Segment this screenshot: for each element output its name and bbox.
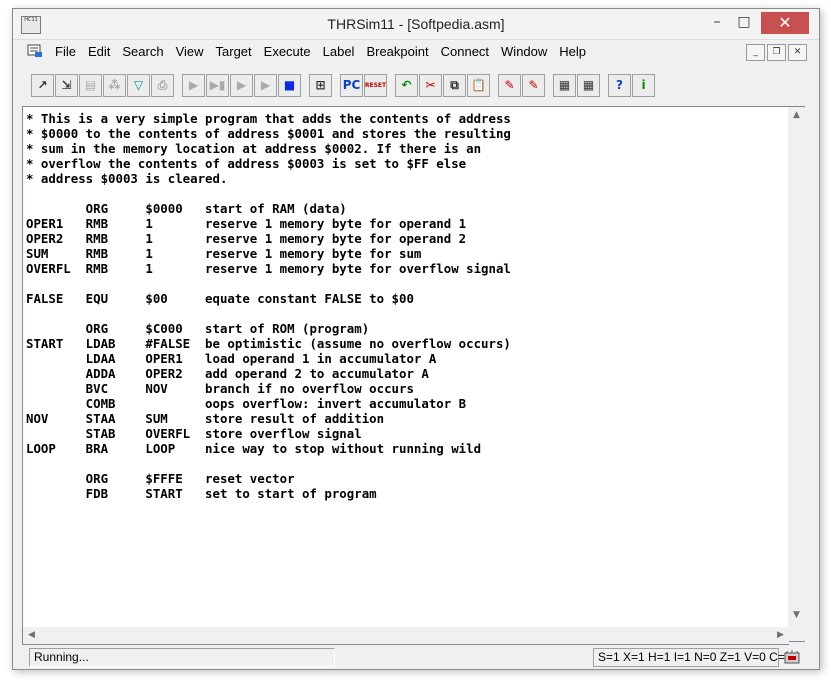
menu-target[interactable]: Target: [210, 40, 258, 64]
code-line: OPER1 RMB 1 reserve 1 memory byte for op…: [26, 216, 467, 231]
toolbar: ↗ ⇲ ▤ ⁂ ▽ ⎙ ▶ ▶▮ ▶ ▶ ■ ⊞ PC RESET ↶ ✂ ⧉ 📋 ✎ ✎ ▦ ▦? i: [31, 71, 656, 99]
menu-file[interactable]: File: [49, 40, 82, 64]
code-line: FDB START set to start of program: [26, 486, 377, 501]
step-icon[interactable]: ▶: [230, 73, 253, 97]
scroll-left-icon[interactable]: ◀: [23, 627, 40, 644]
run-icon[interactable]: ▶: [182, 73, 205, 97]
mdi-controls: _ ❐ ✕: [746, 44, 807, 61]
open-file-icon[interactable]: ↗: [31, 73, 54, 97]
main-window: HC11 THRSim11 - [Softpedia.asm] – □ ✕ Fi…: [12, 8, 820, 670]
code-line: OPER2 RMB 1 reserve 1 memory byte for op…: [26, 231, 467, 246]
copy-icon[interactable]: ⧉: [443, 73, 466, 97]
maximize-button[interactable]: □: [731, 12, 757, 34]
load-icon[interactable]: ⇲: [55, 73, 78, 97]
run-until-icon[interactable]: ▶: [254, 73, 277, 97]
help-icon[interactable]: ?: [608, 73, 631, 97]
vertical-scrollbar[interactable]: ▲ ▼: [788, 106, 805, 642]
menu-view[interactable]: View: [170, 40, 210, 64]
binary-icon[interactable]: ⁂: [103, 73, 126, 97]
code-line: NOV STAA SUM store result of addition: [26, 411, 385, 426]
mdi-restore-button[interactable]: ❐: [767, 44, 786, 61]
code-editor[interactable]: * This is a very simple program that add…: [22, 106, 800, 642]
code-line: FALSE EQU $00 equate constant FALSE to $…: [26, 291, 414, 306]
target-board-icon[interactable]: [783, 649, 801, 665]
code-line: * This is a very simple program that add…: [26, 111, 511, 126]
window-title: THRSim11 - [Softpedia.asm]: [327, 16, 505, 32]
paste-icon[interactable]: 📋: [467, 73, 490, 97]
code-line: ADDA OPER2 add operand 2 to accumulator …: [26, 366, 429, 381]
code-line: ORG $FFFE reset vector: [26, 471, 295, 486]
mdi-minimize-button[interactable]: _: [746, 44, 765, 61]
code-line: * overflow the contents of address $0003…: [26, 156, 467, 171]
mdi-close-button[interactable]: ✕: [788, 44, 807, 61]
close-button[interactable]: ✕: [761, 12, 809, 34]
menu-label[interactable]: Label: [317, 40, 361, 64]
status-text: Running...: [29, 648, 335, 667]
status-bar: Running... S=1 X=1 H=1 I=1 N=0 Z=1 V=0 C…: [13, 645, 819, 669]
code-line: * sum in the memory location at address …: [26, 141, 482, 156]
cpu-flags: S=1 X=1 H=1 I=1 N=0 Z=1 V=0 C=1: [593, 648, 791, 667]
document-icon[interactable]: [27, 44, 43, 58]
info-icon[interactable]: i: [632, 73, 655, 97]
code-line: * address $0003 is cleared.: [26, 171, 228, 186]
minimize-button[interactable]: –: [704, 12, 730, 34]
menu-help[interactable]: Help: [553, 40, 592, 64]
scroll-down-icon[interactable]: ▼: [788, 607, 805, 624]
menu-window[interactable]: Window: [495, 40, 553, 64]
menu-edit[interactable]: Edit: [82, 40, 116, 64]
scroll-up-icon[interactable]: ▲: [788, 107, 805, 124]
registers-icon[interactable]: ⊞: [309, 73, 332, 97]
code-line: START LDAB #FALSE be optimistic (assume …: [26, 336, 511, 351]
menu-connect[interactable]: Connect: [435, 40, 495, 64]
memory-window-icon[interactable]: ▦: [553, 73, 576, 97]
source-code[interactable]: * This is a very simple program that add…: [26, 111, 511, 501]
print-icon[interactable]: ⎙: [151, 73, 174, 97]
disassembler-icon[interactable]: ▦: [577, 73, 600, 97]
reset-icon[interactable]: RESET: [364, 73, 387, 97]
code-line: SUM RMB 1 reserve 1 memory byte for sum: [26, 246, 422, 261]
code-line: STAB OVERFL store overflow signal: [26, 426, 362, 441]
menu-execute[interactable]: Execute: [258, 40, 317, 64]
stop-icon[interactable]: ■: [278, 73, 301, 97]
save-icon[interactable]: ▤: [79, 73, 102, 97]
menu-bar: File Edit Search View Target Execute Label Brea…: [13, 40, 819, 64]
code-line: LOOP BRA LOOP nice way to stop without r…: [26, 441, 482, 456]
code-line: BVC NOV branch if no overflow occurs: [26, 381, 414, 396]
code-line: ORG $0000 start of RAM (data): [26, 201, 347, 216]
undo-icon[interactable]: ↶: [395, 73, 418, 97]
title-bar[interactable]: HC11 THRSim11 - [Softpedia.asm] – □ ✕: [13, 9, 819, 40]
menu-breakpoint[interactable]: Breakpoint: [360, 40, 434, 64]
breakpoint-clear-icon[interactable]: ✎: [522, 73, 545, 97]
cut-icon[interactable]: ✂: [419, 73, 442, 97]
breakpoint-set-icon[interactable]: ✎: [498, 73, 521, 97]
scroll-right-icon[interactable]: ▶: [772, 627, 789, 644]
code-line: COMB oops overflow: invert accumulator B: [26, 396, 467, 411]
menu-items: File Edit Search View Target Execute Label Brea…: [49, 40, 592, 64]
code-line: OVERFL RMB 1 reserve 1 memory byte for o…: [26, 261, 511, 276]
code-line: LDAA OPER1 load operand 1 in accumulator…: [26, 351, 437, 366]
filter-icon[interactable]: ▽: [127, 73, 150, 97]
code-line: ORG $C000 start of ROM (program): [26, 321, 370, 336]
pc-icon[interactable]: PC: [340, 73, 363, 97]
step-to-icon[interactable]: ▶▮: [206, 73, 229, 97]
horizontal-scrollbar[interactable]: ◀ ▶: [22, 627, 789, 645]
code-line: * $0000 to the contents of address $0001…: [26, 126, 511, 141]
menu-search[interactable]: Search: [116, 40, 169, 64]
